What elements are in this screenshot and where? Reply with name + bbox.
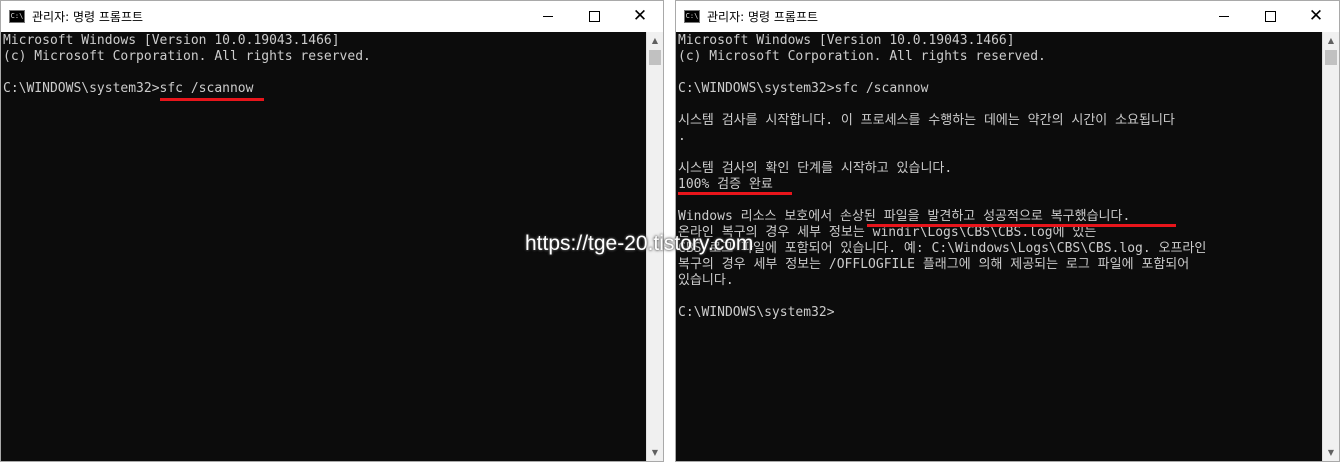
console-line: Windows 리소스 보호에서 손상된 파일을 발견하고 성공적으로 복구했습… — [678, 209, 1131, 224]
highlight-underline-repair — [867, 224, 1176, 227]
maximize-button[interactable] — [571, 1, 617, 32]
console-line: Microsoft Windows [Version 10.0.19043.14… — [678, 33, 1015, 48]
close-button[interactable]: ✕ — [617, 1, 663, 32]
minimize-icon — [1219, 16, 1229, 17]
minimize-button[interactable] — [525, 1, 571, 32]
close-icon: ✕ — [1308, 6, 1324, 26]
console-line: 있습니다. — [678, 273, 734, 288]
maximize-icon — [588, 11, 600, 22]
window-title: 관리자: 명령 프롬프트 — [707, 10, 819, 24]
cmd-window-right: C:\ 관리자: 명령 프롬프트 ✕ Microsoft Windows [Ve… — [675, 0, 1340, 462]
minimize-button[interactable] — [1201, 1, 1247, 32]
scroll-down-icon[interactable]: ▼ — [647, 444, 663, 461]
maximize-icon — [1264, 11, 1276, 22]
console-line: . — [678, 129, 686, 144]
console-line: C:\WINDOWS\system32>sfc /scannow — [678, 81, 929, 96]
console-line: C:\WINDOWS\system32>sfc /scannow — [3, 81, 254, 96]
console-line: Microsoft Windows [Version 10.0.19043.14… — [3, 33, 340, 48]
highlight-underline-command — [160, 98, 264, 101]
scrollbar-thumb[interactable] — [1325, 50, 1337, 65]
highlight-underline-verification — [678, 192, 792, 195]
cmd-icon[interactable]: C:\ — [9, 10, 25, 23]
maximize-button[interactable] — [1247, 1, 1293, 32]
scroll-up-icon[interactable]: ▲ — [1323, 32, 1339, 49]
cmd-window-left: C:\ 관리자: 명령 프롬프트 ✕ Microsoft Windows [Ve… — [0, 0, 664, 462]
console-line: C:\WINDOWS\system32> — [678, 305, 835, 320]
scroll-up-icon[interactable]: ▲ — [647, 32, 663, 49]
scroll-down-icon[interactable]: ▼ — [1323, 444, 1339, 461]
cmd-icon[interactable]: C:\ — [684, 10, 700, 23]
minimize-icon — [543, 16, 553, 17]
console-line: (c) Microsoft Corporation. All rights re… — [678, 49, 1046, 64]
console-line: CBS 로그 파일에 포함되어 있습니다. 예: C:\Windows\Logs… — [678, 241, 1207, 256]
console-output[interactable]: Microsoft Windows [Version 10.0.19043.14… — [676, 32, 1322, 461]
title-bar[interactable]: C:\ 관리자: 명령 프롬프트 ✕ — [676, 1, 1339, 32]
close-icon: ✕ — [632, 6, 648, 26]
vertical-scrollbar[interactable]: ▲ ▼ — [1322, 32, 1339, 461]
watermark: https://tge-20.tistory.com — [525, 232, 754, 255]
scrollbar-thumb[interactable] — [649, 50, 661, 65]
title-bar[interactable]: C:\ 관리자: 명령 프롬프트 ✕ — [1, 1, 663, 32]
console-line: 100% 검증 완료 — [678, 177, 773, 192]
window-title: 관리자: 명령 프롬프트 — [32, 10, 144, 24]
console-line: (c) Microsoft Corporation. All rights re… — [3, 49, 371, 64]
console-line: 시스템 검사의 확인 단계를 시작하고 있습니다. — [678, 161, 953, 176]
close-button[interactable]: ✕ — [1293, 1, 1339, 32]
console-line: 복구의 경우 세부 정보는 /OFFLOGFILE 플래그에 의해 제공되는 로… — [678, 257, 1190, 272]
console-line: 시스템 검사를 시작합니다. 이 프로세스를 수행하는 데에는 약간의 시간이 … — [678, 113, 1175, 128]
